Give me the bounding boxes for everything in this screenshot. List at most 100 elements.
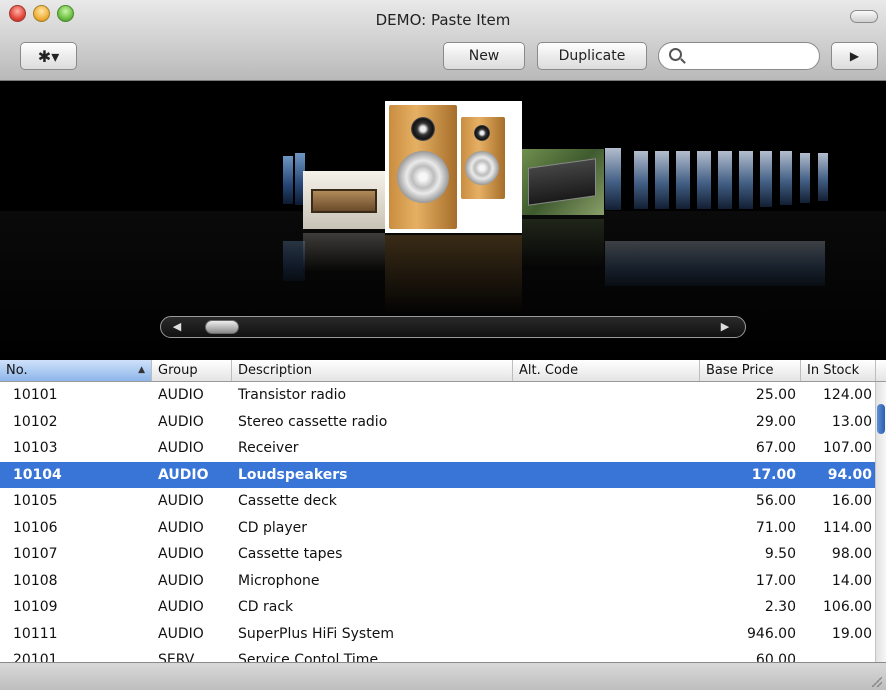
play-button[interactable]: ▶ [831,42,878,70]
column-header-group[interactable]: Group [152,360,232,381]
table-row[interactable]: 10111 AUDIO SuperPlus HiFi System 946.00 19.… [0,621,876,648]
column-header-alt-code[interactable]: Alt. Code [513,360,700,381]
cell-base-price: 67.00 [755,440,796,456]
duplicate-button[interactable]: Duplicate [537,42,647,70]
cover-right-5[interactable] [697,151,711,209]
cell-base-price: 29.00 [755,413,796,430]
cover-loudspeakers[interactable] [385,101,522,233]
title-toolbar: DEMO: Paste Item ✱▾ New Duplicate ▶ [0,0,886,81]
cell-in-stock: 107.00 [823,440,872,456]
table-row[interactable]: 10107 AUDIO Cassette tapes 9.50 98.00 [0,541,876,568]
table-row[interactable]: 10108 AUDIO Microphone 17.00 14.00 [0,568,876,595]
cell-no: 10109 [13,599,58,615]
cover-right-9[interactable] [780,151,792,205]
app-window: DEMO: Paste Item ✱▾ New Duplicate ▶ ◀ ▶ … [0,0,886,690]
table-row[interactable]: 10106 AUDIO CD player 71.00 114.00 [0,515,876,542]
cover-left-reflection [283,241,305,281]
cell-no: 10107 [13,546,58,562]
table-row[interactable]: 10104 AUDIO Loudspeakers 17.00 94.00 [0,461,876,488]
cover-right-2[interactable] [634,151,648,209]
cell-in-stock: 14.00 [831,572,872,589]
action-menu-button[interactable]: ✱▾ [20,42,77,70]
cover-right-7[interactable] [739,151,753,209]
cell-description: Cassette deck [238,493,337,509]
cell-in-stock: 124.00 [823,387,872,403]
receiver-image [311,189,377,213]
cell-in-stock: 98.00 [831,546,872,562]
cover-right-1[interactable] [605,148,621,210]
cell-group: AUDIO [158,413,204,430]
cover-left-1[interactable] [283,156,293,204]
cell-no: 10111 [13,625,58,642]
cell-description: Microphone [238,572,320,589]
column-header-description[interactable]: Description [232,360,513,381]
cell-base-price: 9.50 [764,546,796,562]
status-bar [0,662,886,690]
table-row[interactable]: 20101 SERV Service Contol Time 60.00 [0,647,876,662]
cell-no: 20101 [13,652,58,662]
cell-group: AUDIO [158,466,209,483]
table-row[interactable]: 10109 AUDIO CD rack 2.30 106.00 [0,594,876,621]
speaker-cabinet-large [389,105,457,229]
cell-description: Receiver [238,440,299,456]
gear-icon: ✱▾ [37,46,60,66]
column-header-base-price[interactable]: Base Price [700,360,801,381]
cell-group: AUDIO [158,440,204,456]
toolbar-toggle-button[interactable] [850,10,878,23]
speaker-tweeter [411,117,435,141]
column-header-no[interactable]: No. ▲ [0,360,152,381]
cell-base-price: 2.30 [764,599,796,615]
cell-group: AUDIO [158,625,204,642]
cell-description: Transistor radio [238,387,347,403]
cell-description: Cassette tapes [238,546,343,562]
cell-group: AUDIO [158,493,204,509]
cell-in-stock: 114.00 [823,519,872,536]
scroll-right-icon[interactable]: ▶ [713,319,737,335]
cell-group: AUDIO [158,572,204,589]
search-input[interactable] [687,47,817,67]
cover-right-3[interactable] [655,151,669,209]
scroll-left-icon[interactable]: ◀ [165,319,189,335]
resize-grip-icon[interactable] [872,677,882,687]
cover-right-11[interactable] [818,153,828,201]
cell-description: SuperPlus HiFi System [238,625,394,642]
cell-in-stock: 13.00 [831,413,872,430]
loudspeakers-reflection [385,235,522,315]
cover-right-8[interactable] [760,151,772,207]
play-icon: ▶ [849,49,860,63]
cover-cassette-deck[interactable] [522,149,604,215]
cell-description: Loudspeakers [238,466,348,483]
cell-base-price: 56.00 [755,493,796,509]
column-header-in-stock[interactable]: In Stock [801,360,876,381]
cover-receiver[interactable] [303,171,385,229]
table-row[interactable]: 10102 AUDIO Stereo cassette radio 29.00 13.0… [0,409,876,436]
cell-no: 10105 [13,493,58,509]
cover-right-10[interactable] [800,153,810,203]
cell-base-price: 71.00 [755,519,796,536]
cover-right-reflection [605,241,825,286]
new-button[interactable]: New [443,42,525,70]
search-icon [669,48,682,61]
cell-base-price: 17.00 [755,572,796,589]
cell-group: AUDIO [158,599,204,615]
table-row[interactable]: 10105 AUDIO Cassette deck 56.00 16.00 [0,488,876,515]
search-field[interactable] [658,42,820,70]
cell-in-stock: 94.00 [827,466,872,483]
table-row[interactable]: 10101 AUDIO Transistor radio 25.00 124.00 [0,382,876,409]
table-row[interactable]: 10103 AUDIO Receiver 67.00 107.00 [0,435,876,462]
cell-in-stock: 16.00 [831,493,872,509]
cell-group: SERV [158,652,195,662]
cover-flow-view[interactable]: ◀ ▶ [0,81,886,360]
cover-right-6[interactable] [718,151,732,209]
table-vertical-scrollbar[interactable] [875,382,886,662]
cover-flow-scrollbar[interactable]: ◀ ▶ [160,316,746,338]
table-scroll-thumb[interactable] [877,404,885,434]
cell-base-price: 60.00 [755,652,796,662]
cell-in-stock: 19.00 [831,625,872,642]
speaker-cabinet-small [461,117,505,199]
cover-flow-scroll-thumb[interactable] [205,320,239,334]
cell-description: Service Contol Time [238,652,379,662]
cell-base-price: 17.00 [751,466,796,483]
speaker-tweeter-small [474,125,490,141]
cover-right-4[interactable] [676,151,690,209]
